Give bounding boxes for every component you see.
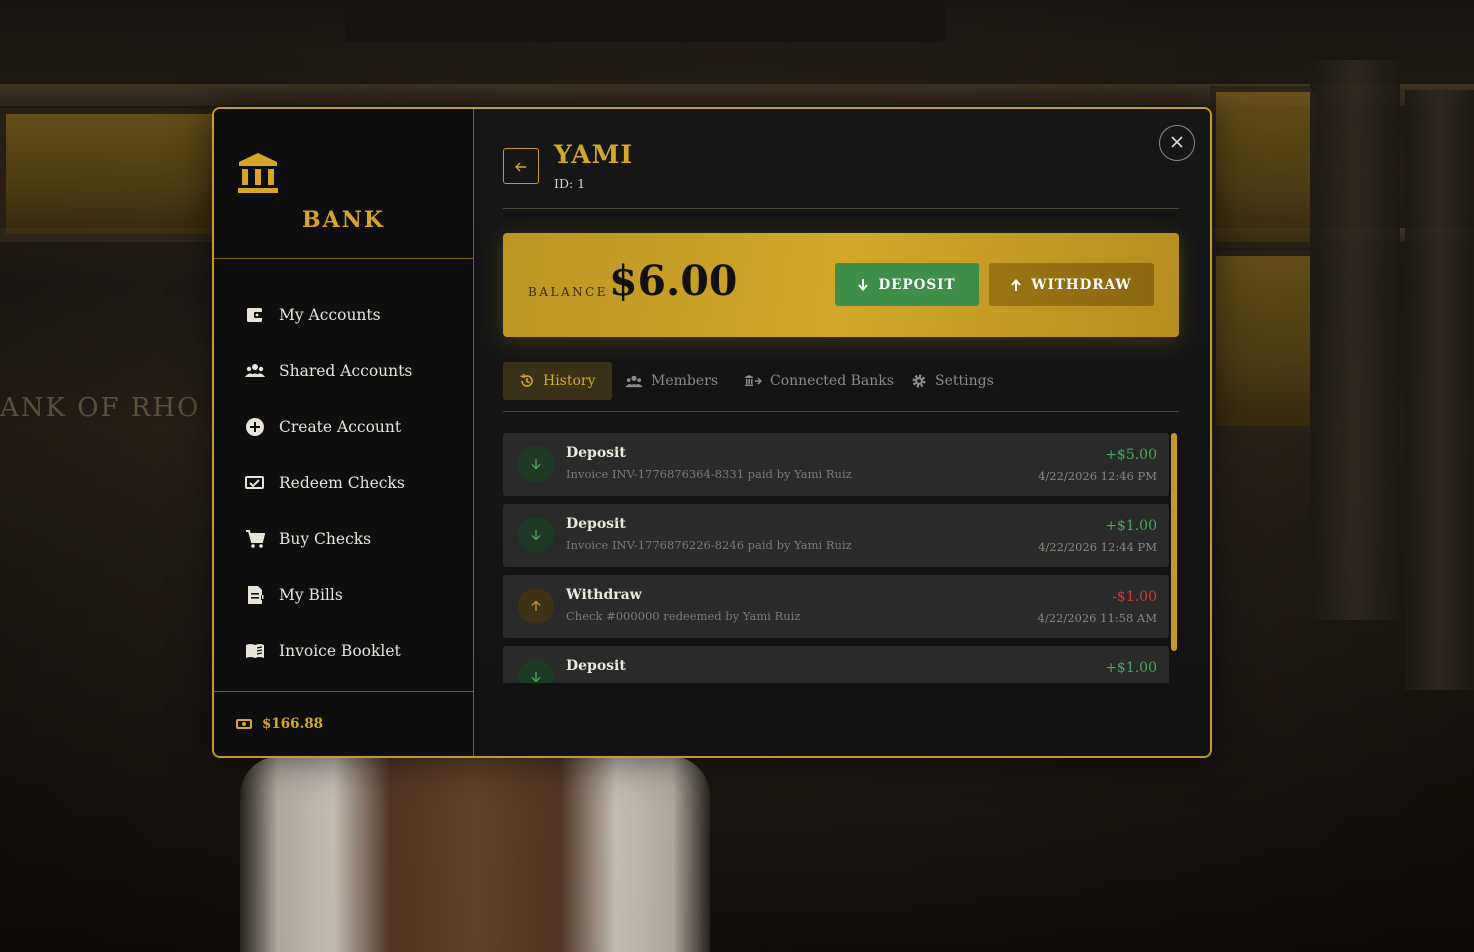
account-header: YAMI ID: 1 [503, 140, 1179, 209]
transaction-row[interactable]: Deposit Invoice INV-1776876364-8331 paid… [503, 433, 1169, 496]
sidebar-item-buy-checks[interactable]: Buy Checks [214, 511, 473, 567]
sidebar-item-shared-accounts[interactable]: Shared Accounts [214, 343, 473, 399]
bank-link-icon [744, 374, 762, 388]
withdraw-arrow-icon [518, 588, 554, 624]
transaction-amount: -$1.00 [1112, 589, 1157, 605]
bank-icon [238, 153, 278, 193]
book-icon [244, 640, 266, 662]
deposit-label: DEPOSIT [878, 276, 956, 293]
account-id-value: 1 [577, 176, 586, 191]
transaction-description: Invoice INV-1776876364-8331 paid by Yami… [566, 467, 852, 481]
arrow-left-icon [515, 157, 527, 176]
account-id-label: ID: [554, 176, 574, 191]
wallet-icon [244, 304, 266, 326]
sidebar-item-label: Shared Accounts [279, 362, 413, 380]
users-icon [244, 360, 266, 382]
tab-label: Settings [935, 373, 994, 389]
balance-card: BALANCE $6.00 DEPOSIT WITHDRAW [503, 233, 1179, 337]
sidebar-item-label: Redeem Checks [279, 474, 405, 492]
sidebar-item-label: Create Account [279, 418, 402, 436]
sidebar-item-label: Buy Checks [279, 530, 372, 548]
sidebar-item-create-account[interactable]: Create Account [214, 399, 473, 455]
tab-label: Connected Banks [770, 373, 894, 389]
deposit-arrow-icon [518, 517, 554, 553]
background-column [1310, 60, 1400, 620]
deposit-button[interactable]: DEPOSIT [835, 263, 979, 306]
deposit-arrow-icon [518, 659, 554, 683]
transaction-description: Invoice INV-1776876226-8246 paid by Yami… [566, 538, 852, 552]
sidebar-nav: My Accounts Shared Accounts Create Accou… [214, 259, 473, 692]
transaction-description: Check #000000 redeemed by Yami Ruiz [566, 609, 801, 623]
tab-members[interactable]: Members [625, 362, 718, 400]
cart-icon [244, 528, 266, 550]
history-icon [519, 373, 535, 389]
transaction-amount: +$5.00 [1105, 447, 1157, 463]
sidebar-item-my-bills[interactable]: My Bills [214, 567, 473, 623]
arrow-up-icon [1011, 278, 1022, 291]
tab-history[interactable]: History [503, 362, 612, 400]
wallet-cash: $166.88 [214, 692, 473, 756]
player-character [240, 756, 710, 952]
account-id: ID: 1 [554, 176, 585, 191]
account-tabs: History Members Connected Banks Settings [503, 362, 1179, 412]
brand-title: BANK [302, 207, 385, 233]
transaction-date: 4/22/2026 11:58 AM [1037, 611, 1158, 625]
deposit-arrow-icon [518, 446, 554, 482]
transaction-row[interactable]: Deposit +$1.00 [503, 646, 1169, 683]
transaction-type: Deposit [566, 445, 626, 461]
transaction-row[interactable]: Deposit Invoice INV-1776876226-8246 paid… [503, 504, 1169, 567]
transaction-type: Deposit [566, 658, 626, 674]
account-name: YAMI [554, 140, 634, 169]
tab-label: Members [651, 373, 719, 389]
transaction-date: 4/22/2026 12:44 PM [1038, 540, 1157, 554]
users-icon [625, 374, 643, 388]
tab-settings[interactable]: Settings [911, 362, 994, 400]
transaction-row[interactable]: Withdraw Check #000000 redeemed by Yami … [503, 575, 1169, 638]
history-scrollbar[interactable] [1171, 433, 1177, 651]
bank-modal: BANK My Accounts Shared Accounts Create … [212, 107, 1212, 758]
transaction-amount: +$1.00 [1105, 660, 1157, 676]
tab-label: History [543, 373, 596, 389]
check-cash-icon [244, 472, 266, 494]
sidebar-item-redeem-checks[interactable]: Redeem Checks [214, 455, 473, 511]
sidebar-item-my-accounts[interactable]: My Accounts [214, 287, 473, 343]
withdraw-label: WITHDRAW [1031, 276, 1132, 293]
transaction-history-list[interactable]: Deposit Invoice INV-1776876364-8331 paid… [503, 433, 1179, 683]
background-gold-panel [0, 108, 224, 240]
brand: BANK [214, 109, 473, 259]
tab-connected-banks[interactable]: Connected Banks [744, 362, 894, 400]
background-dark-block [345, 0, 945, 42]
transaction-type: Deposit [566, 516, 626, 532]
background-gold-panel [1210, 250, 1317, 432]
sidebar-item-label: My Accounts [279, 306, 381, 324]
arrow-down-icon [858, 278, 869, 291]
transaction-date: 4/22/2026 12:46 PM [1038, 469, 1157, 483]
sidebar: BANK My Accounts Shared Accounts Create … [214, 109, 474, 756]
gear-icon [911, 373, 927, 389]
background-sign: ANK OF RHO [0, 393, 201, 423]
bill-icon [244, 584, 266, 606]
withdraw-button[interactable]: WITHDRAW [989, 263, 1154, 306]
background-column [1405, 90, 1474, 690]
sidebar-item-label: Invoice Booklet [279, 642, 401, 660]
transaction-amount: +$1.00 [1105, 518, 1157, 534]
back-button[interactable] [503, 148, 539, 184]
sidebar-item-label: My Bills [279, 586, 343, 604]
plus-circle-icon [244, 416, 266, 438]
account-details: YAMI ID: 1 BALANCE $6.00 DEPOSIT WITHDRAW [474, 109, 1210, 756]
balance-label: BALANCE [528, 285, 609, 299]
wallet-cash-amount: $166.88 [262, 716, 324, 732]
transaction-type: Withdraw [566, 587, 642, 603]
cash-icon [236, 718, 252, 730]
background-gold-panel [1210, 86, 1322, 248]
balance-value: $6.00 [609, 257, 738, 305]
sidebar-item-invoice-booklet[interactable]: Invoice Booklet [214, 623, 473, 679]
